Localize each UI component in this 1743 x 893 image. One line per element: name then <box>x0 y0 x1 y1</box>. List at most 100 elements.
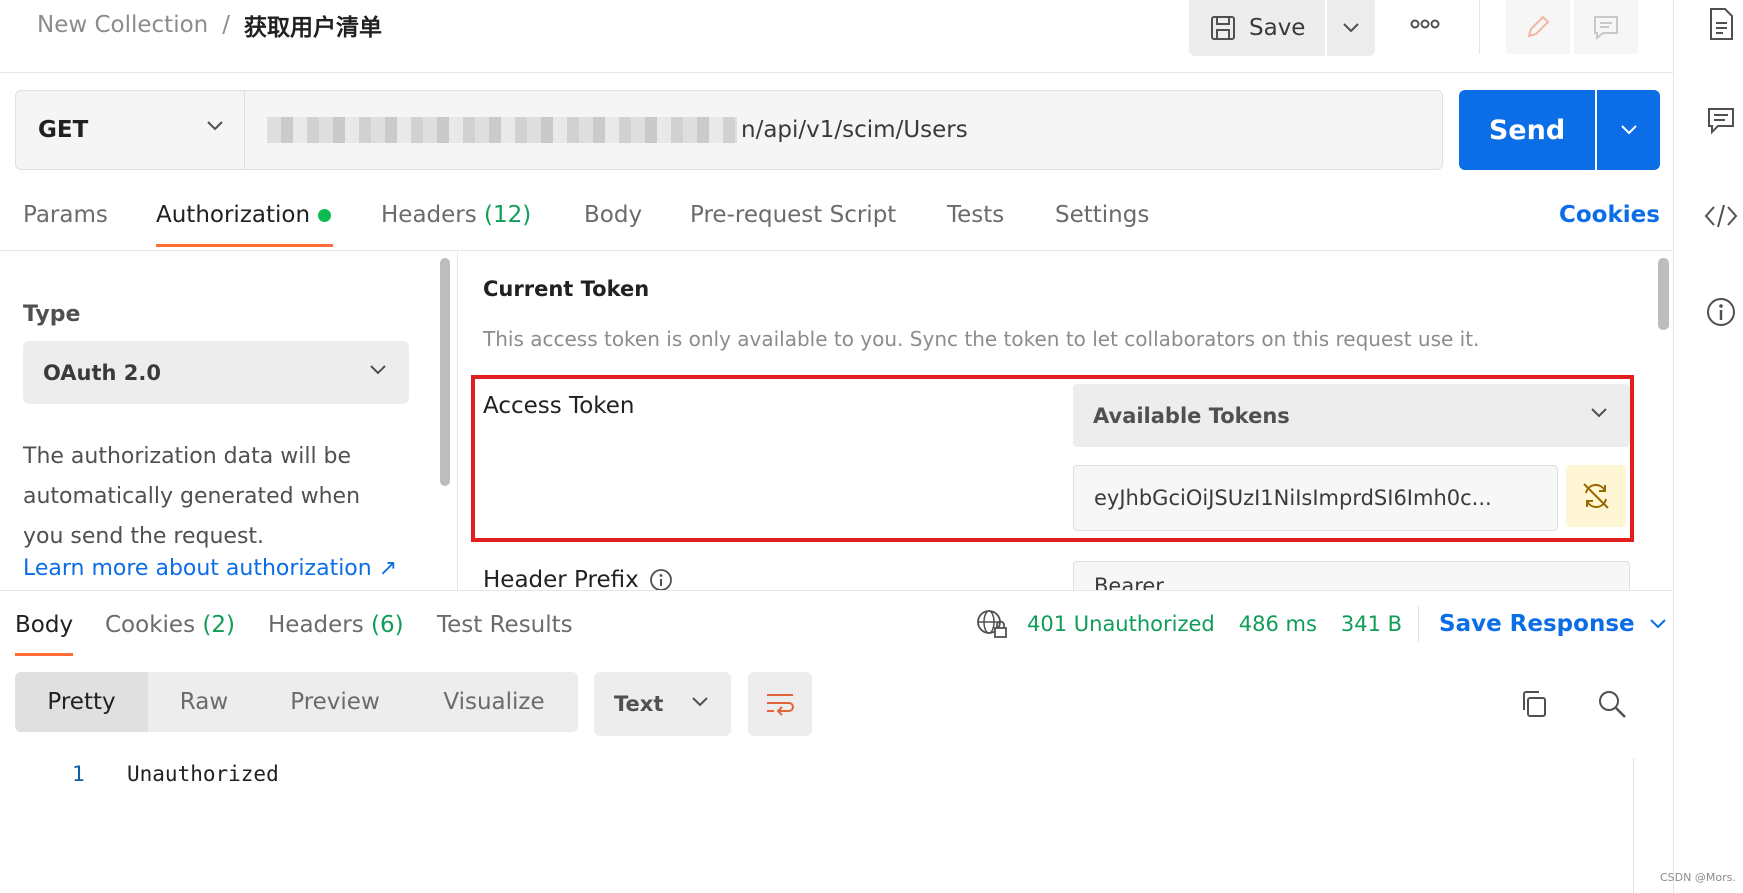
watermark: CSDN @Mors. <box>1660 871 1736 884</box>
current-token-title: Current Token <box>483 277 650 301</box>
view-mode-preview[interactable]: Preview <box>260 672 410 732</box>
save-response-button[interactable]: Save Response <box>1439 611 1667 637</box>
status-divider <box>1418 606 1419 642</box>
save-icon <box>1211 16 1235 40</box>
tab-authorization-label: Authorization <box>156 202 311 228</box>
cookies-link[interactable]: Cookies <box>1559 202 1660 228</box>
response-tab-test-results[interactable]: Test Results <box>437 612 573 638</box>
tab-headers-label: Headers <box>381 202 477 228</box>
response-status[interactable]: 401 Unauthorized <box>1027 612 1215 636</box>
response-tab-cookies[interactable]: Cookies (2) <box>105 612 235 638</box>
tab-authorization[interactable]: Authorization <box>156 202 332 228</box>
send-button[interactable]: Send <box>1459 90 1595 170</box>
response-active-tab-indicator <box>15 653 73 656</box>
view-mode-raw[interactable]: Raw <box>148 672 260 732</box>
copy-response-button[interactable] <box>1516 686 1552 722</box>
save-button[interactable]: Save <box>1189 0 1325 56</box>
active-tab-indicator <box>156 244 333 247</box>
tab-body[interactable]: Body <box>584 202 642 228</box>
code-icon <box>1704 204 1738 228</box>
documentation-button[interactable] <box>1703 6 1739 42</box>
tabs-divider <box>0 250 1673 251</box>
document-icon <box>1710 8 1733 40</box>
save-response-label: Save Response <box>1439 611 1635 637</box>
tab-settings[interactable]: Settings <box>1055 202 1149 228</box>
info-icon <box>1707 298 1735 326</box>
copy-icon <box>1523 691 1546 717</box>
access-token-input[interactable]: eyJhbGciOiJSUzI1NiIsImprdSI6Imh0c... <box>1073 465 1558 531</box>
method-select[interactable]: GET <box>15 90 245 170</box>
tab-prerequest-script[interactable]: Pre-request Script <box>690 202 896 228</box>
sync-token-button[interactable] <box>1566 465 1626 527</box>
side-comments-button[interactable] <box>1703 102 1739 138</box>
view-mode-pretty[interactable]: Pretty <box>15 672 148 732</box>
info-icon[interactable] <box>649 568 673 592</box>
request-name[interactable]: 获取用户清单 <box>244 8 382 42</box>
right-pane-scrollbar[interactable] <box>1658 258 1669 330</box>
response-tab-headers[interactable]: Headers (6) <box>268 612 404 638</box>
response-tab-headers-count: (6) <box>371 612 404 638</box>
chevron-down-icon <box>207 121 223 131</box>
ellipsis-icon <box>1410 19 1440 29</box>
toolbar-divider <box>1479 0 1480 54</box>
code-snippet-button[interactable] <box>1703 198 1739 234</box>
breadcrumb: New Collection / 获取用户清单 <box>37 8 382 42</box>
more-actions-button[interactable] <box>1400 8 1450 40</box>
sync-off-icon <box>1583 483 1609 509</box>
save-options-button[interactable] <box>1327 0 1375 56</box>
current-token-help: This access token is only available to y… <box>483 327 1480 351</box>
response-format-value: Text <box>614 692 664 716</box>
tab-headers-count: (12) <box>484 202 532 228</box>
tab-headers[interactable]: Headers (12) <box>381 202 531 228</box>
method-value: GET <box>38 117 89 143</box>
send-options-button[interactable] <box>1597 90 1660 170</box>
comment-icon <box>1594 16 1618 41</box>
response-tab-cookies-count: (2) <box>202 612 235 638</box>
wrap-lines-icon <box>767 694 794 716</box>
edit-button[interactable] <box>1506 0 1570 54</box>
auth-description: The authorization data will be automatic… <box>23 444 361 549</box>
url-input[interactable]: n/api/v1/scim/Users <box>245 90 1443 170</box>
response-body-line[interactable]: Unauthorized <box>127 762 279 786</box>
chevron-down-icon <box>1343 23 1359 33</box>
auth-type-select[interactable]: OAuth 2.0 <box>23 341 409 404</box>
access-token-label: Access Token <box>483 393 635 419</box>
response-format-select[interactable]: Text <box>594 672 731 736</box>
line-number: 1 <box>72 762 85 786</box>
response-tab-cookies-label: Cookies <box>105 612 196 638</box>
header-divider <box>0 72 1673 73</box>
view-mode-segmented: Pretty Raw Preview Visualize <box>15 672 578 732</box>
info-button[interactable] <box>1703 294 1739 330</box>
right-sidebar-divider <box>1673 0 1674 893</box>
learn-more-authorization-link[interactable]: Learn more about authorization ↗ <box>23 556 397 581</box>
network-lock-icon[interactable] <box>975 608 1009 640</box>
left-pane-scrollbar[interactable] <box>440 258 450 486</box>
chevron-down-icon <box>1649 619 1666 629</box>
available-tokens-value: Available Tokens <box>1093 403 1290 428</box>
response-divider[interactable] <box>0 590 1673 591</box>
url-redacted-portion <box>267 117 737 143</box>
response-size[interactable]: 341 B <box>1341 612 1402 636</box>
response-tab-headers-label: Headers <box>268 612 364 638</box>
search-response-button[interactable] <box>1594 686 1630 722</box>
send-label: Send <box>1488 114 1566 146</box>
save-label: Save <box>1249 15 1306 41</box>
comment-icon <box>1708 108 1734 135</box>
chevron-down-icon <box>1620 125 1637 135</box>
view-mode-visualize[interactable]: Visualize <box>410 672 578 732</box>
wrap-lines-button[interactable] <box>748 672 812 736</box>
tab-params[interactable]: Params <box>23 202 108 228</box>
response-time[interactable]: 486 ms <box>1239 612 1317 636</box>
chevron-down-icon <box>692 697 708 707</box>
response-tab-body[interactable]: Body <box>15 612 73 638</box>
breadcrumb-collection[interactable]: New Collection <box>37 12 208 38</box>
header-prefix-input[interactable]: Bearer <box>1073 561 1630 591</box>
pencil-icon <box>1527 15 1550 38</box>
pane-divider[interactable] <box>457 252 458 590</box>
comments-button[interactable] <box>1574 0 1638 54</box>
search-icon <box>1599 691 1626 718</box>
response-status-row: 401 Unauthorized 486 ms 341 B <box>975 608 1402 640</box>
available-tokens-select[interactable]: Available Tokens <box>1073 384 1630 447</box>
breadcrumb-separator: / <box>222 12 230 38</box>
tab-tests[interactable]: Tests <box>947 202 1004 228</box>
